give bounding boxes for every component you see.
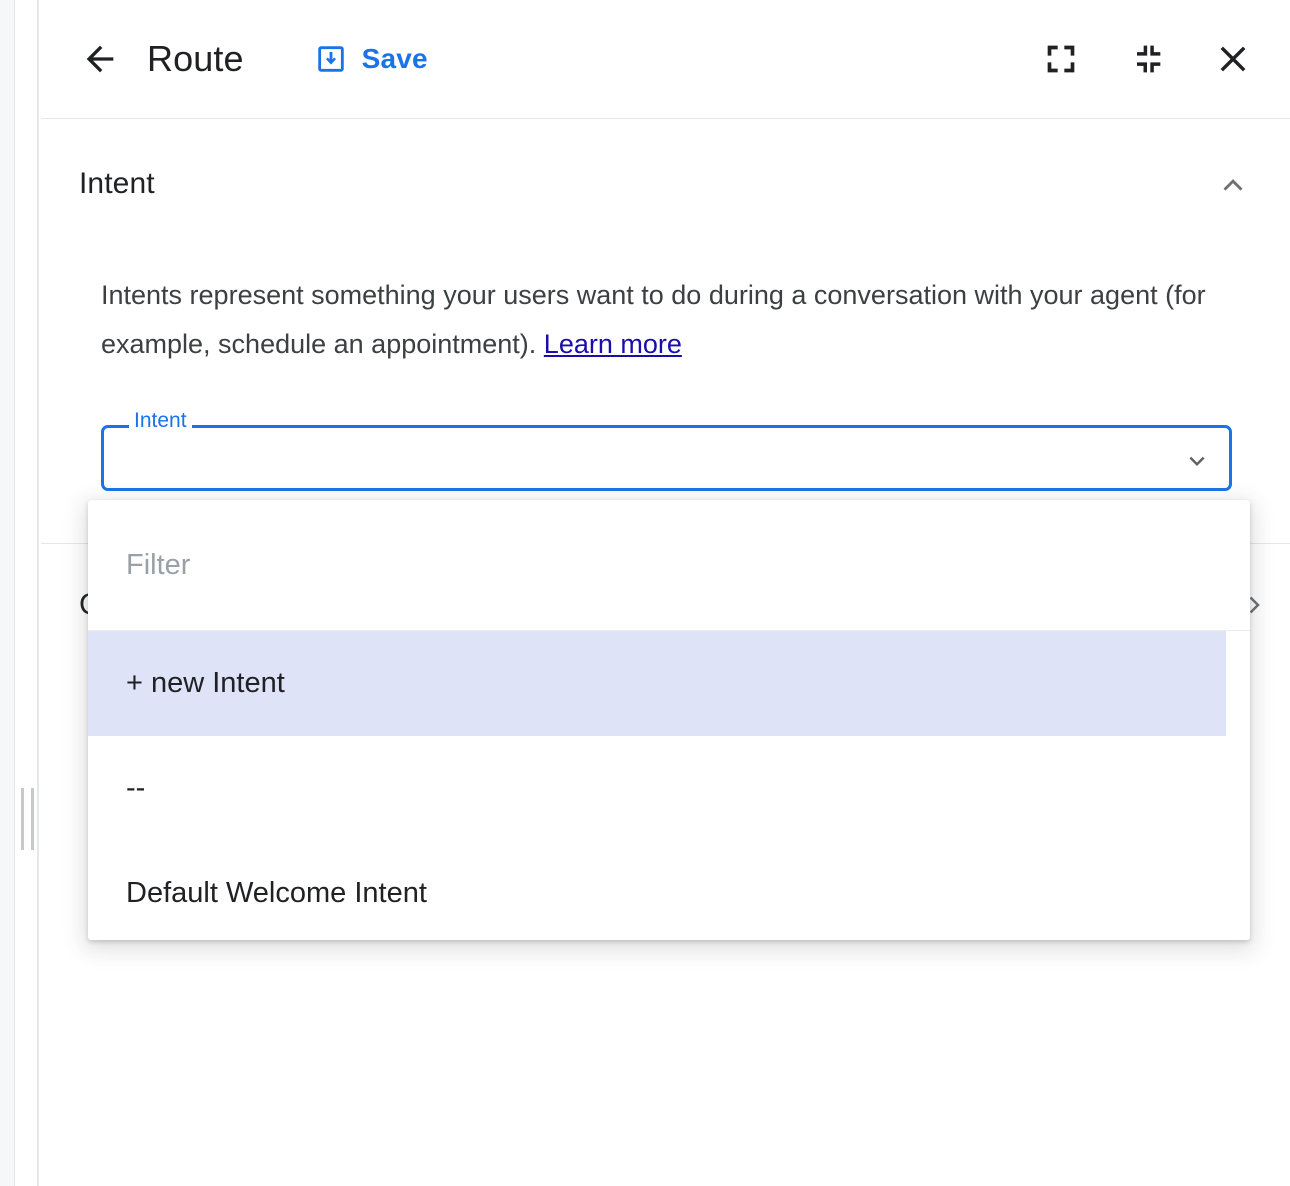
back-button[interactable] [71,30,129,88]
close-x-icon [1212,38,1254,80]
intent-field-label: Intent [129,410,192,432]
intent-section-title: Intent [79,167,155,201]
route-panel: Route Save [41,0,1290,1186]
intent-field-outline [101,425,1232,491]
close-panel-button[interactable] [1204,30,1262,88]
fullscreen-collapse-icon [1127,39,1167,79]
dropdown-option-default-welcome-intent[interactable]: Default Welcome Intent [88,841,1250,940]
intent-section-header[interactable]: Intent [41,119,1290,201]
dropdown-option-none[interactable]: -- [88,736,1250,841]
route-panel-window: Route Save [0,0,1290,1186]
fullscreen-expand-icon [1041,39,1081,79]
dropdown-filter-row[interactable] [88,500,1250,631]
learn-more-link[interactable]: Learn more [544,329,682,359]
header-actions [1032,30,1262,88]
page-title: Route [147,38,244,80]
collapse-panel-button[interactable] [1118,30,1176,88]
chevron-down-icon[interactable] [1182,446,1212,476]
resize-grip-bar [31,788,34,850]
dropdown-filter-input[interactable] [126,549,1212,582]
panel-header: Route Save [41,0,1290,119]
arrow-left-icon [80,39,120,79]
intent-dropdown-panel[interactable]: + new Intent -- Default Welcome Intent [88,500,1250,940]
dropdown-option-new-intent[interactable]: + new Intent [88,631,1226,736]
dropdown-scrollbar-gutter[interactable] [1226,632,1250,940]
resize-grip-bar [21,788,24,850]
intent-description: Intents represent something your users w… [101,271,1246,369]
intent-field-wrapper[interactable]: Intent [101,415,1252,491]
left-rail-background [0,0,15,1186]
save-download-icon [314,42,348,76]
expand-panel-button[interactable] [1032,30,1090,88]
panel-resize-handle[interactable] [21,788,34,850]
chevron-up-icon[interactable] [1216,167,1250,201]
dropdown-option-label: + new Intent [126,667,285,700]
left-rail-strip [16,0,39,1186]
save-button[interactable]: Save [308,34,434,84]
save-button-label: Save [362,43,428,75]
dropdown-option-label: Default Welcome Intent [126,877,427,910]
dropdown-option-label: -- [126,772,145,805]
